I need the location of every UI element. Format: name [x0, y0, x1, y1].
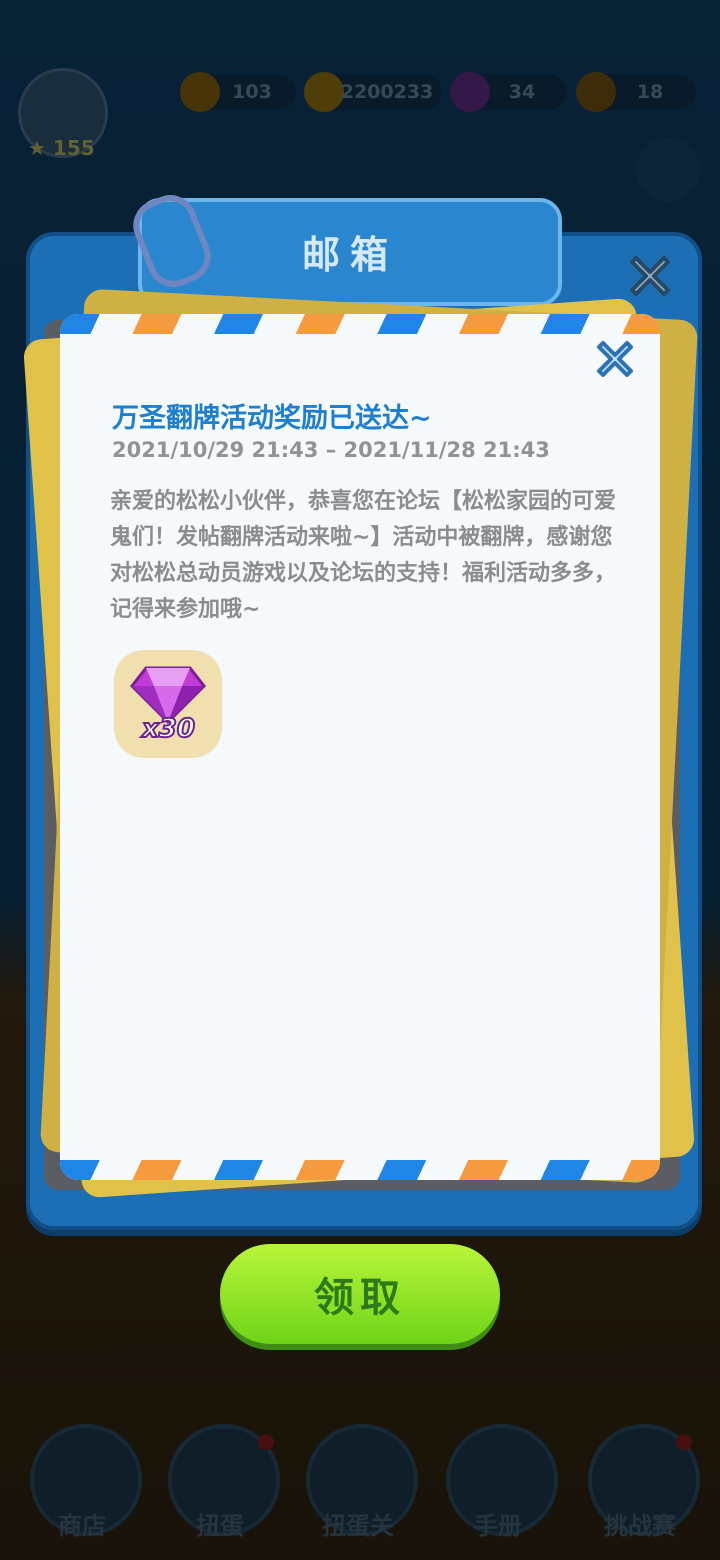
- reward-item[interactable]: x30: [114, 650, 222, 758]
- airmail-stripe-bottom: [60, 1160, 660, 1180]
- claim-button-label: 领取: [314, 1276, 406, 1320]
- close-icon[interactable]: [592, 336, 638, 382]
- mail-body: 亲爱的松松小伙伴，恭喜您在论坛【松松家园的可爱鬼们！发帖翻牌活动来啦~】活动中被…: [110, 489, 617, 622]
- airmail-stripe-top: [60, 314, 660, 334]
- reward-quantity: x30: [141, 713, 196, 745]
- mailbox-close-icon[interactable]: [622, 248, 678, 304]
- mail-date-range: 2021/10/29 21:43 – 2021/11/28 21:43: [112, 438, 550, 462]
- mail-title: 万圣翻牌活动奖励已送达~: [112, 403, 432, 434]
- claim-button[interactable]: 领取: [220, 1244, 500, 1344]
- mail-letter: 万圣翻牌活动奖励已送达~ 2021/10/29 21:43 – 2021/11/…: [60, 314, 660, 1180]
